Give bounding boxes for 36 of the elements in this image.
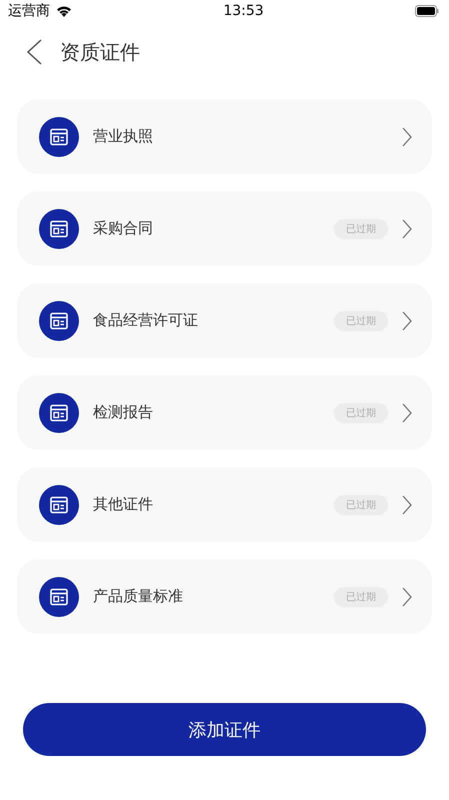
back-button[interactable] — [26, 39, 42, 65]
expired-badge: 已过期 — [334, 402, 388, 422]
expired-badge: 已过期 — [334, 494, 388, 514]
chevron-right-icon — [402, 126, 412, 146]
certificate-item[interactable]: 食品经营许可证 已过期 — [17, 283, 432, 358]
certificate-item[interactable]: 营业执照 — [17, 99, 432, 174]
certificate-name: 产品质量标准 — [93, 587, 184, 606]
certificate-item[interactable]: 产品质量标准 已过期 — [17, 559, 432, 634]
chevron-right-icon — [402, 494, 412, 514]
expired-badge: 已过期 — [334, 586, 388, 606]
expired-badge: 已过期 — [334, 310, 388, 330]
expired-badge: 已过期 — [334, 218, 388, 238]
certificate-name: 采购合同 — [93, 219, 154, 238]
certificate-name: 其他证件 — [93, 495, 154, 514]
certificate-item[interactable]: 检测报告 已过期 — [17, 375, 432, 450]
document-icon — [39, 392, 79, 432]
battery-icon — [414, 5, 439, 17]
chevron-right-icon — [402, 218, 412, 238]
wifi-icon — [56, 5, 72, 17]
document-icon — [39, 116, 79, 156]
certificate-name: 食品经营许可证 — [93, 311, 199, 330]
page-title: 资质证件 — [60, 38, 140, 66]
add-certificate-button[interactable]: 添加证件 — [23, 703, 426, 756]
document-icon — [39, 576, 79, 616]
certificate-item[interactable]: 采购合同 已过期 — [17, 191, 432, 266]
document-icon — [39, 300, 79, 340]
clock-time: 13:53 — [223, 3, 264, 19]
document-icon — [39, 484, 79, 524]
document-icon — [39, 208, 79, 248]
chevron-right-icon — [402, 402, 412, 422]
chevron-right-icon — [402, 586, 412, 606]
certificate-name: 检测报告 — [93, 403, 154, 422]
carrier-name: 运营商 — [8, 2, 50, 20]
chevron-right-icon — [402, 310, 412, 330]
certificate-item[interactable]: 其他证件 已过期 — [17, 467, 432, 542]
certificate-name: 营业执照 — [93, 127, 154, 146]
